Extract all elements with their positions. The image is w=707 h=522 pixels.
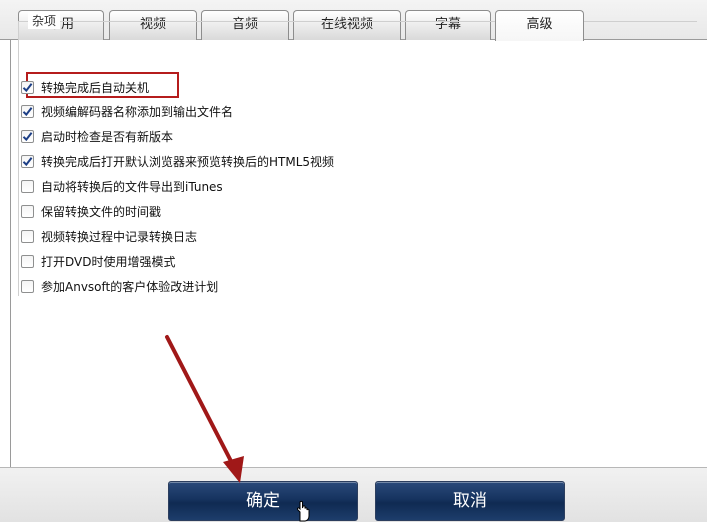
group-legend: 杂项 bbox=[28, 12, 61, 29]
option-export-itunes[interactable]: 自动将转换后的文件导出到iTunes bbox=[21, 176, 223, 196]
option-label: 自动将转换后的文件导出到iTunes bbox=[41, 179, 223, 194]
ok-button[interactable]: 确定 bbox=[168, 481, 358, 521]
option-keep-timestamp[interactable]: 保留转换文件的时间戳 bbox=[21, 201, 161, 221]
option-label: 参加Anvsoft的客户体验改进计划 bbox=[41, 279, 219, 294]
option-label: 视频编解码器名称添加到输出文件名 bbox=[41, 104, 234, 119]
checkbox[interactable] bbox=[21, 229, 34, 243]
option-dvd-enhanced[interactable]: 打开DVD时使用增强模式 bbox=[21, 251, 175, 271]
checkmark-icon bbox=[22, 82, 33, 92]
option-preview-html5[interactable]: 转换完成后打开默认浏览器来预览转换后的HTML5视频 bbox=[21, 151, 334, 171]
option-label: 转换完成后自动关机 bbox=[41, 80, 150, 95]
checkbox[interactable] bbox=[21, 254, 34, 268]
option-label: 保留转换文件的时间戳 bbox=[41, 204, 162, 219]
option-label: 视频转换过程中记录转换日志 bbox=[41, 229, 198, 244]
option-experience-program[interactable]: 参加Anvsoft的客户体验改进计划 bbox=[21, 276, 218, 296]
checkbox[interactable] bbox=[21, 129, 34, 143]
checkmark-icon bbox=[22, 106, 33, 116]
checkbox[interactable] bbox=[21, 154, 34, 168]
checkmark-icon bbox=[22, 156, 33, 166]
option-label: 启动时检查是否有新版本 bbox=[41, 129, 174, 144]
checkbox[interactable] bbox=[21, 80, 34, 94]
option-conversion-log[interactable]: 视频转换过程中记录转换日志 bbox=[21, 226, 197, 246]
hand-cursor-icon bbox=[296, 500, 310, 522]
checkbox[interactable] bbox=[21, 179, 34, 193]
option-label: 打开DVD时使用增强模式 bbox=[41, 254, 176, 269]
option-label: 转换完成后打开默认浏览器来预览转换后的HTML5视频 bbox=[41, 154, 335, 169]
checkbox[interactable] bbox=[21, 204, 34, 218]
checkbox[interactable] bbox=[21, 279, 34, 293]
cancel-button[interactable]: 取消 bbox=[375, 481, 565, 521]
option-codec-in-filename[interactable]: 视频编解码器名称添加到输出文件名 bbox=[21, 101, 233, 121]
option-auto-shutdown[interactable]: 转换完成后自动关机 bbox=[21, 77, 149, 97]
option-check-updates[interactable]: 启动时检查是否有新版本 bbox=[21, 126, 173, 146]
checkbox[interactable] bbox=[21, 104, 34, 118]
dialog-footer: 确定 取消 bbox=[0, 467, 707, 522]
checkmark-icon bbox=[22, 131, 33, 141]
tab-advanced[interactable]: 高级 bbox=[495, 10, 584, 41]
